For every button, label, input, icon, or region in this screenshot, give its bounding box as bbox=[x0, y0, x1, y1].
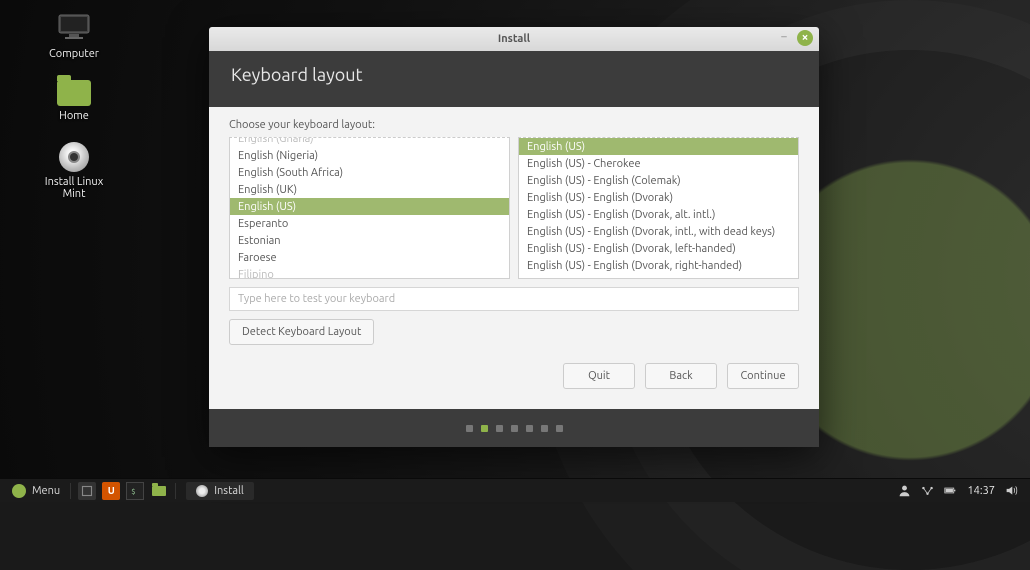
layout-language-list[interactable]: English (Ghana)English (Nigeria)English … bbox=[229, 137, 510, 279]
quit-button[interactable]: Quit bbox=[563, 363, 635, 389]
list-item[interactable]: English (UK) bbox=[230, 181, 509, 198]
desktop-icons: Computer Home Install Linux Mint bbox=[34, 10, 114, 200]
progress-dot bbox=[556, 425, 563, 432]
layout-prompt: Choose your keyboard layout: bbox=[229, 119, 799, 131]
page-heading: Keyboard layout bbox=[231, 65, 797, 85]
detect-layout-button[interactable]: Detect Keyboard Layout bbox=[229, 319, 374, 345]
mint-logo-icon bbox=[12, 484, 26, 498]
list-item[interactable]: English (South Africa) bbox=[230, 164, 509, 181]
list-item[interactable]: English (US) - English (Dvorak, intl., w… bbox=[519, 223, 798, 240]
list-item[interactable]: English (US) - English (Dvorak, right-ha… bbox=[519, 257, 798, 274]
network-icon[interactable] bbox=[921, 484, 934, 497]
list-item[interactable]: English (US) - English (Colemak) bbox=[519, 172, 798, 189]
list-item[interactable]: English (Ghana) bbox=[230, 137, 509, 147]
window-controls: – × bbox=[777, 30, 813, 46]
desktop-icon-computer[interactable]: Computer bbox=[34, 10, 114, 60]
battery-icon[interactable] bbox=[944, 484, 957, 497]
list-item[interactable]: English (US) bbox=[519, 138, 798, 155]
desktop-icon-label: Install Linux Mint bbox=[34, 176, 114, 200]
clock[interactable]: 14:37 bbox=[967, 485, 995, 497]
show-desktop-button[interactable] bbox=[78, 482, 96, 500]
progress-dot bbox=[511, 425, 518, 432]
minimize-button[interactable]: – bbox=[777, 30, 791, 44]
firefox-launcher[interactable]: U bbox=[102, 482, 120, 500]
taskbar-task-install[interactable]: Install bbox=[186, 482, 254, 500]
separator bbox=[70, 483, 71, 499]
folder-icon bbox=[57, 80, 91, 106]
computer-icon bbox=[54, 10, 94, 44]
desktop-icon-install[interactable]: Install Linux Mint bbox=[34, 142, 114, 200]
installer-window: Install – × Keyboard layout Choose your … bbox=[209, 27, 819, 447]
list-item[interactable]: Estonian bbox=[230, 232, 509, 249]
folder-icon bbox=[152, 486, 166, 496]
taskbar: Menu U $ Install 14:37 bbox=[0, 478, 1030, 502]
list-item[interactable]: English (US) - English (Dvorak) bbox=[519, 189, 798, 206]
files-launcher[interactable] bbox=[150, 482, 168, 500]
list-item[interactable]: Esperanto bbox=[230, 215, 509, 232]
keyboard-test-input[interactable] bbox=[229, 287, 799, 311]
terminal-launcher[interactable]: $ bbox=[126, 482, 144, 500]
window-title: Install bbox=[498, 33, 530, 45]
menu-label: Menu bbox=[32, 485, 60, 497]
nav-buttons: Quit Back Continue bbox=[229, 363, 799, 389]
window-titlebar[interactable]: Install – × bbox=[209, 27, 819, 51]
installer-header: Keyboard layout bbox=[209, 51, 819, 107]
user-icon[interactable] bbox=[898, 484, 911, 497]
system-tray: 14:37 bbox=[898, 484, 1024, 497]
desktop-icon-home[interactable]: Home bbox=[34, 80, 114, 122]
separator bbox=[175, 483, 176, 499]
disc-icon bbox=[196, 485, 208, 497]
progress-dot bbox=[526, 425, 533, 432]
svg-text:$: $ bbox=[131, 488, 135, 496]
progress-dot bbox=[496, 425, 503, 432]
list-item[interactable]: English (Nigeria) bbox=[230, 147, 509, 164]
layout-variant-list[interactable]: English (US)English (US) - CherokeeEngli… bbox=[518, 137, 799, 279]
progress-dot bbox=[541, 425, 548, 432]
task-label: Install bbox=[214, 485, 244, 497]
installer-body: Choose your keyboard layout: English (Gh… bbox=[209, 107, 819, 409]
progress-dots bbox=[209, 409, 819, 447]
close-button[interactable]: × bbox=[797, 30, 813, 46]
desktop-icon-label: Computer bbox=[49, 48, 99, 60]
desktop-icon-label: Home bbox=[59, 110, 89, 122]
menu-button[interactable]: Menu bbox=[6, 479, 66, 502]
list-item[interactable]: Filipino bbox=[230, 266, 509, 279]
progress-dot bbox=[466, 425, 473, 432]
progress-dot bbox=[481, 425, 488, 432]
list-item[interactable]: English (US) bbox=[230, 198, 509, 215]
continue-button[interactable]: Continue bbox=[727, 363, 799, 389]
disc-icon bbox=[59, 142, 89, 172]
volume-icon[interactable] bbox=[1005, 484, 1018, 497]
list-item[interactable]: English (US) - English (Dvorak, alt. int… bbox=[519, 206, 798, 223]
list-item[interactable]: Faroese bbox=[230, 249, 509, 266]
back-button[interactable]: Back bbox=[645, 363, 717, 389]
list-item[interactable]: English (US) - English (Dvorak, left-han… bbox=[519, 240, 798, 257]
list-item[interactable]: English (US) - Cherokee bbox=[519, 155, 798, 172]
